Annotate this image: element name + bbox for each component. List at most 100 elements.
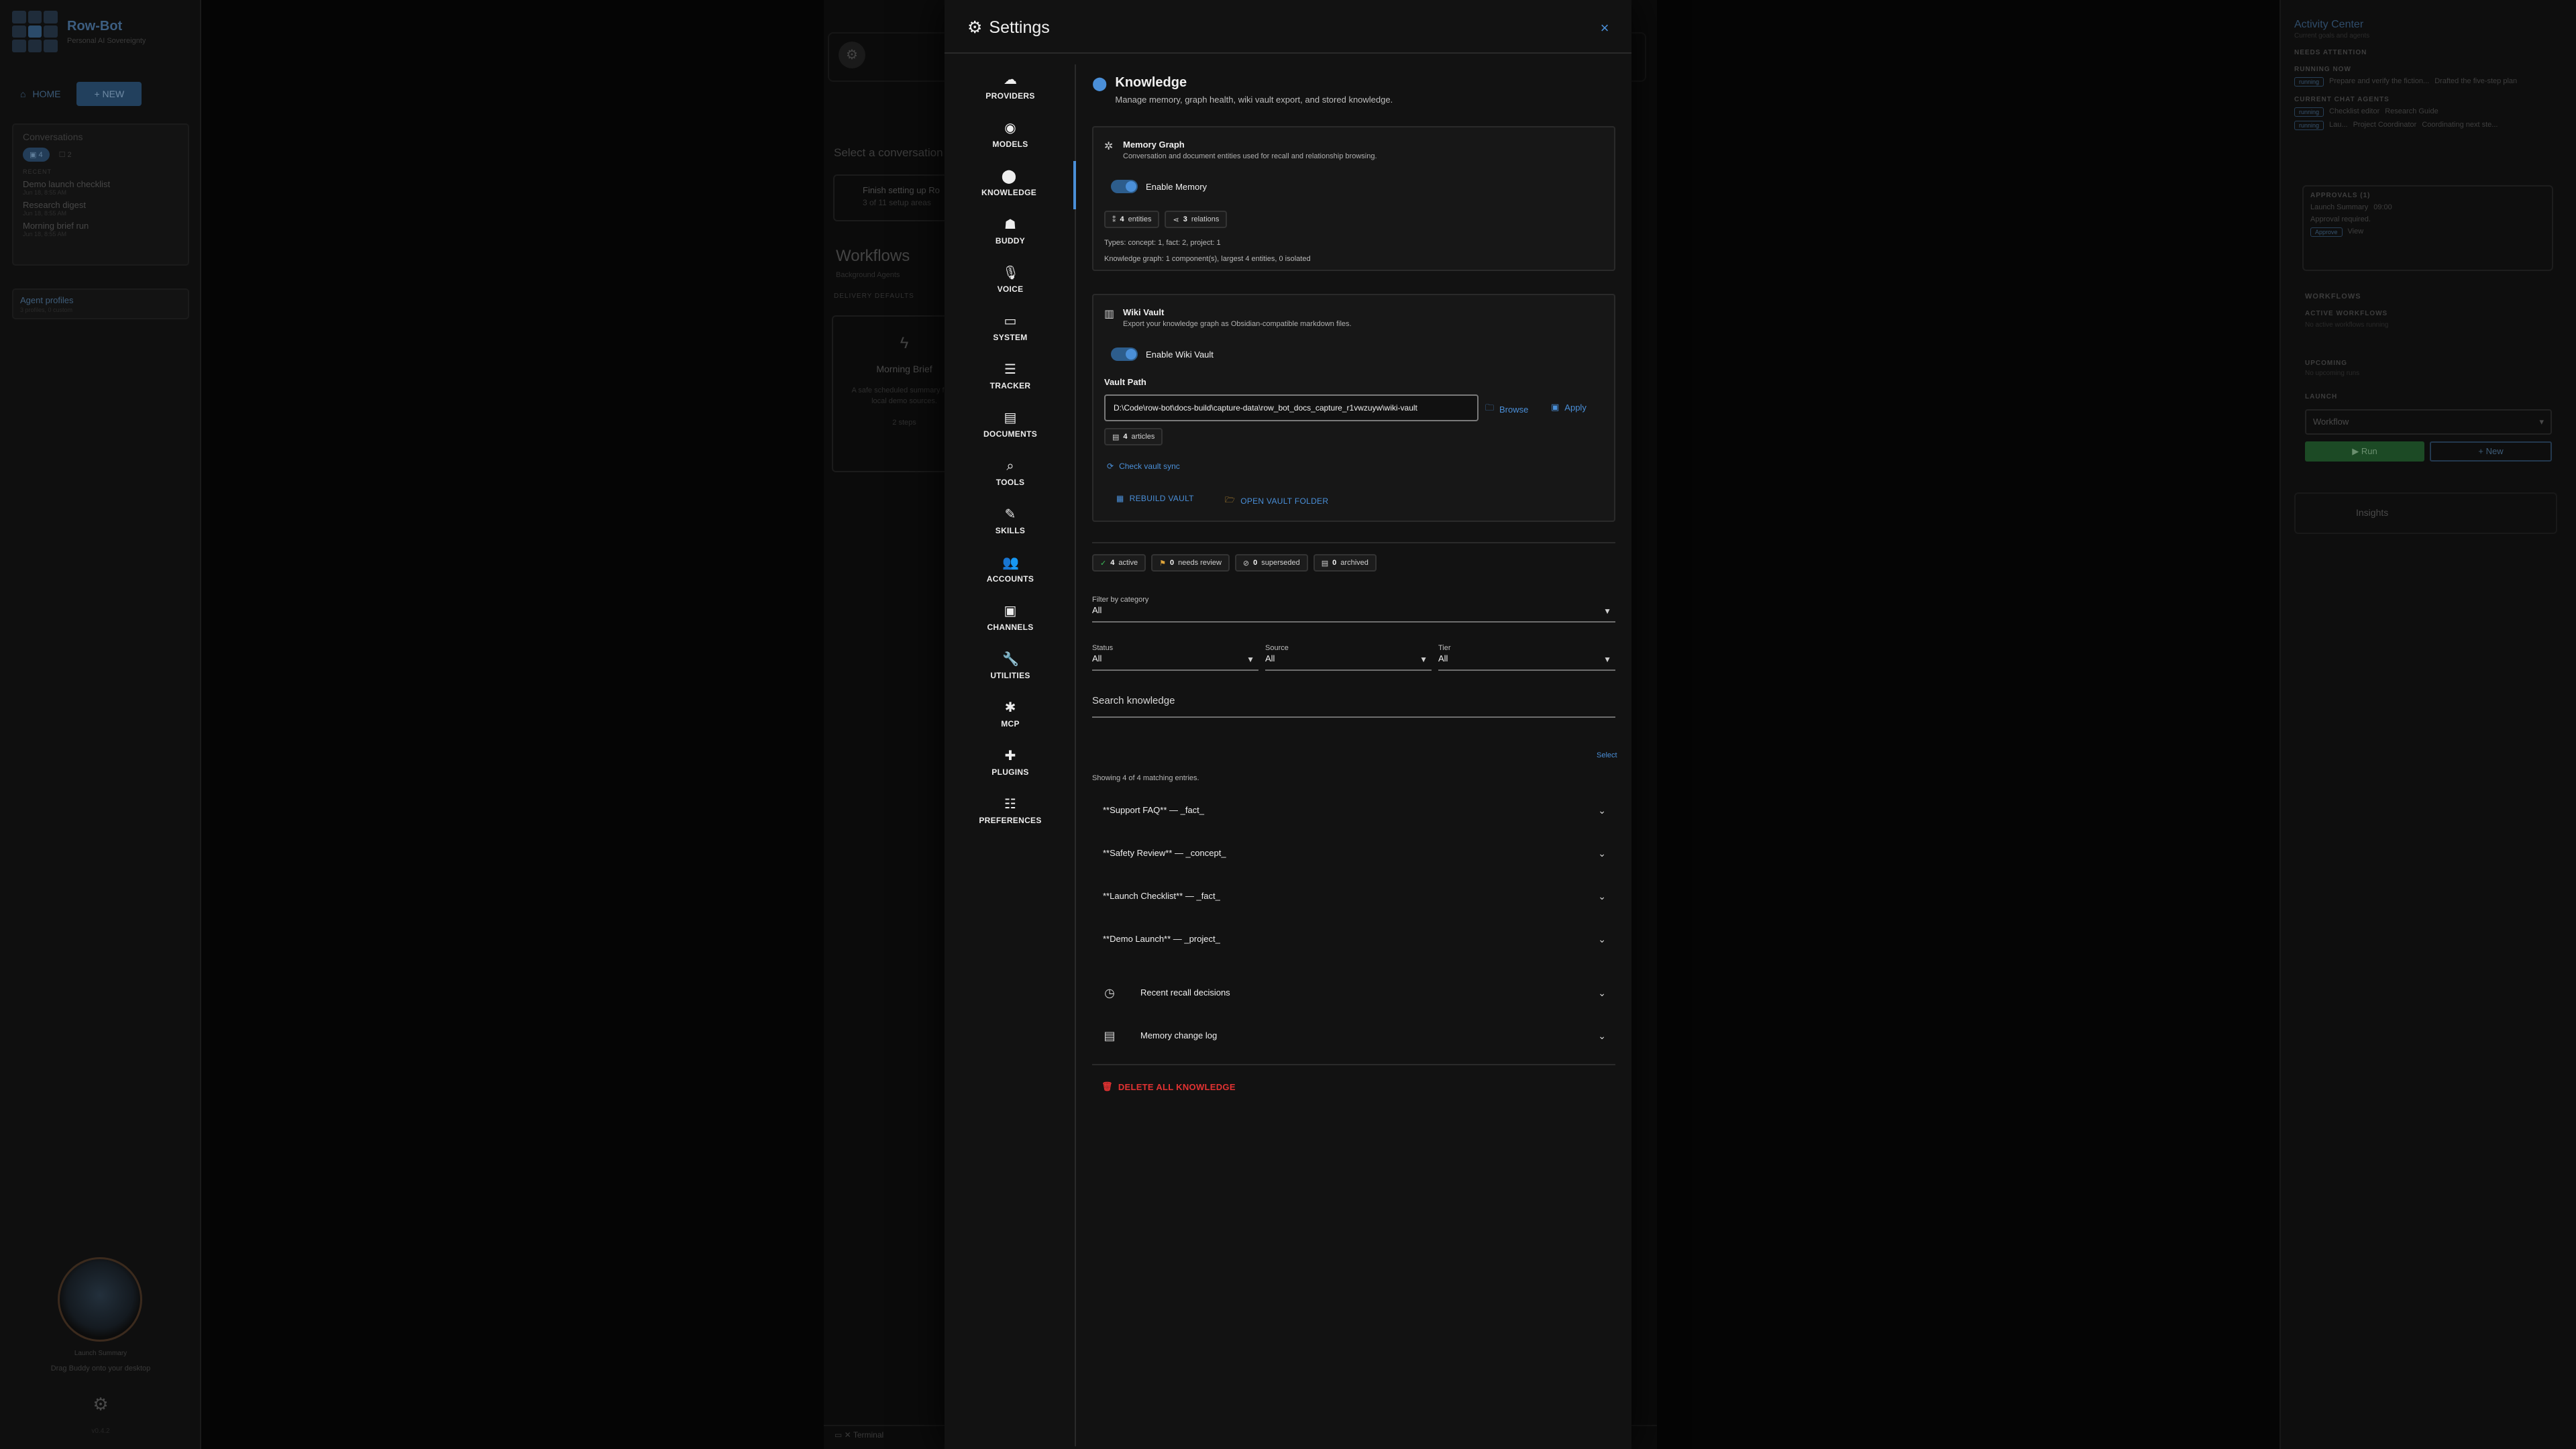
needs-review-chip[interactable]: ⚑ 0 needs review (1151, 554, 1230, 572)
conversation-item[interactable]: Morning brief run Jun 18, 8:55 AM (23, 221, 178, 237)
approval-item[interactable]: Launch Summary 09:00 (2310, 203, 2545, 211)
models-icon: ◉ (1004, 121, 1016, 136)
nav-item-label: TOOLS (996, 478, 1025, 487)
delivery-defaults-label: DELIVERY DEFAULTS (834, 292, 914, 300)
plugins-icon: ✚ (1004, 749, 1016, 763)
activity-title: Activity Center (2294, 19, 2364, 30)
check-vault-sync-button[interactable]: ⟳ Check vault sync (1107, 462, 1180, 471)
superseded-chip[interactable]: ⊘ 0 superseded (1234, 554, 1308, 572)
conversation-item[interactable]: Demo launch checklist Jun 18, 8:55 AM (23, 179, 178, 196)
chevron-down-icon: ▼ (1603, 606, 1611, 616)
conversations-count: 4 (38, 151, 43, 159)
nav-item-preferences[interactable]: ☷ PREFERENCES (945, 789, 1076, 837)
apply-button[interactable]: ▣ Apply (1551, 402, 1587, 413)
messages-filter[interactable]: ☐ 2 (59, 150, 72, 159)
knowledge-entry[interactable]: **Safety Review** — _concept_ ⌄ (1092, 833, 1615, 876)
vault-stats: ▤ 4 articles (1104, 428, 1163, 445)
home-button[interactable]: ⌂ HOME (12, 83, 68, 105)
conversations-title: Conversations (23, 131, 83, 142)
nav-item-voice[interactable]: 🎙 VOICE (945, 258, 1076, 306)
enable-vault-toggle[interactable] (1111, 347, 1138, 361)
approve-button[interactable]: Approve (2310, 227, 2343, 237)
nav-item-label: VOICE (997, 284, 1024, 294)
vault-path-input[interactable] (1104, 394, 1479, 421)
agent-item[interactable]: running Checklist editor Research Guide (2294, 107, 2557, 117)
wiki-vault-title: Wiki Vault (1123, 307, 1165, 317)
relations-icon: ⋖ (1173, 215, 1179, 224)
new-button[interactable]: + NEW (76, 82, 142, 106)
nav-item-providers[interactable]: ☁ PROVIDERS (945, 64, 1076, 113)
tier-filter-value: All (1438, 653, 1448, 663)
nav-item-label: SKILLS (995, 526, 1026, 535)
entities-chip: ⁑ 4 entities (1104, 211, 1160, 228)
nav-item-documents[interactable]: ▤ DOCUMENTS (945, 402, 1076, 451)
gear-icon[interactable]: ⚙ (91, 1394, 110, 1414)
workflow-select[interactable]: Workflow ▾ (2305, 409, 2552, 435)
nav-item-system[interactable]: ▭ SYSTEM (945, 306, 1076, 354)
open-vault-folder-button[interactable]: 🗁 OPEN VAULT FOLDER (1225, 494, 1328, 508)
select-link[interactable]: Select (1597, 751, 1617, 759)
nav-item-label: MCP (1001, 719, 1020, 729)
buddy-avatar[interactable] (58, 1257, 142, 1342)
agent-profiles-card[interactable]: Agent profiles 3 profiles, 0 custom (12, 288, 189, 319)
tier-filter-select[interactable]: Tier All ▼ (1438, 644, 1615, 671)
nav-item-knowledge[interactable]: ⬤ KNOWLEDGE (945, 161, 1076, 209)
articles-icon: ▤ (1112, 433, 1120, 441)
delete-all-knowledge-button[interactable]: 🗑 DELETE ALL KNOWLEDGE (1102, 1081, 1236, 1092)
recent-recall-accordion[interactable]: ◷ Recent recall decisions ⌄ (1092, 973, 1615, 1016)
agent-item[interactable]: running Lau... Project Coordinator Coordina… (2294, 121, 2557, 130)
nav-item-tracker[interactable]: ☰ TRACKER (945, 354, 1076, 402)
enable-memory-toggle[interactable] (1111, 180, 1138, 193)
new-workflow-button[interactable]: + New (2430, 441, 2552, 462)
gear-icon[interactable]: ⚙ (839, 42, 865, 68)
memory-change-log-accordion[interactable]: ▤ Memory change log ⌄ (1092, 1016, 1615, 1059)
nav-item-channels[interactable]: ▣ CHANNELS (945, 596, 1076, 644)
insights-accordion[interactable]: Insights (2294, 492, 2557, 534)
conversations-filter-chip[interactable]: ▣ 4 (23, 148, 50, 162)
divider (1092, 1064, 1615, 1065)
browse-button[interactable]: 🗀 Browse (1485, 402, 1528, 417)
workflows-label: WORKFLOWS (2305, 292, 2361, 301)
conversation-date: Jun 18, 8:55 AM (23, 189, 67, 196)
articles-count: 4 (1123, 433, 1128, 441)
nav-item-plugins[interactable]: ✚ PLUGINS (945, 741, 1076, 789)
conversation-item[interactable]: Research digest Jun 18, 8:55 AM (23, 200, 178, 217)
nav-item-tools[interactable]: ⌕ TOOLS (945, 451, 1076, 499)
nav-item-models[interactable]: ◉ MODELS (945, 113, 1076, 161)
insights-label: Insights (2356, 507, 2389, 518)
nav-item-utilities[interactable]: 🔧 UTILITIES (945, 644, 1076, 692)
recent-recall-label: Recent recall decisions (1140, 987, 1230, 998)
run-button[interactable]: ▶ Run (2305, 441, 2424, 462)
source-filter-select[interactable]: Source All ▼ (1265, 644, 1432, 671)
knowledge-entry[interactable]: **Demo Launch** — _project_ ⌄ (1092, 919, 1615, 962)
nav-item-accounts[interactable]: 👥 ACCOUNTS (945, 547, 1076, 596)
view-button[interactable]: View (2348, 227, 2364, 237)
archived-chip[interactable]: ▤ 0 archived (1313, 554, 1377, 572)
nav-item-mcp[interactable]: ✱ MCP (945, 692, 1076, 741)
entry-title: **Support FAQ** — _fact_ (1103, 805, 1205, 815)
knowledge-entry[interactable]: **Launch Checklist** — _fact_ ⌄ (1092, 876, 1615, 919)
nav-item-buddy[interactable]: ☗ BUDDY (945, 209, 1076, 258)
rebuild-vault-button[interactable]: ▦ REBUILD VAULT (1116, 494, 1194, 503)
launch-label: LAUNCH (2305, 393, 2338, 400)
run-label: Run (2361, 446, 2377, 456)
tracker-icon: ☰ (1004, 362, 1016, 377)
conversations-card: Conversations ▣ 4 ☐ 2 RECENT Demo launch… (12, 123, 189, 266)
running-item[interactable]: running Prepare and verify the fiction...… (2294, 77, 2557, 87)
nav-item-skills[interactable]: ✎ SKILLS (945, 499, 1076, 547)
brand-subtitle: Personal AI Sovereignty (67, 36, 146, 45)
archived-label: archived (1340, 559, 1368, 567)
active-chip[interactable]: ✓ 4 active (1092, 554, 1146, 572)
folder-open-icon: 🗁 (1225, 495, 1236, 504)
knowledge-entry[interactable]: **Support FAQ** — _fact_ ⌄ (1092, 790, 1615, 833)
nav-item-label: UTILITIES (990, 671, 1030, 680)
status-filter-select[interactable]: Status All ▼ (1092, 644, 1258, 671)
close-icon[interactable]: × (1595, 19, 1614, 38)
search-knowledge-input[interactable]: Search knowledge (1092, 687, 1615, 718)
running-tag: running (2294, 77, 2324, 87)
active-workflows-text: ACTIVE WORKFLOWS (2305, 310, 2388, 317)
active-count: 4 (1110, 559, 1115, 567)
category-filter-select[interactable]: Filter by category All ▼ (1092, 596, 1615, 623)
knowledge-description: Manage memory, graph health, wiki vault … (1115, 95, 1393, 105)
conversation-date: Jun 18, 8:55 AM (23, 231, 67, 237)
